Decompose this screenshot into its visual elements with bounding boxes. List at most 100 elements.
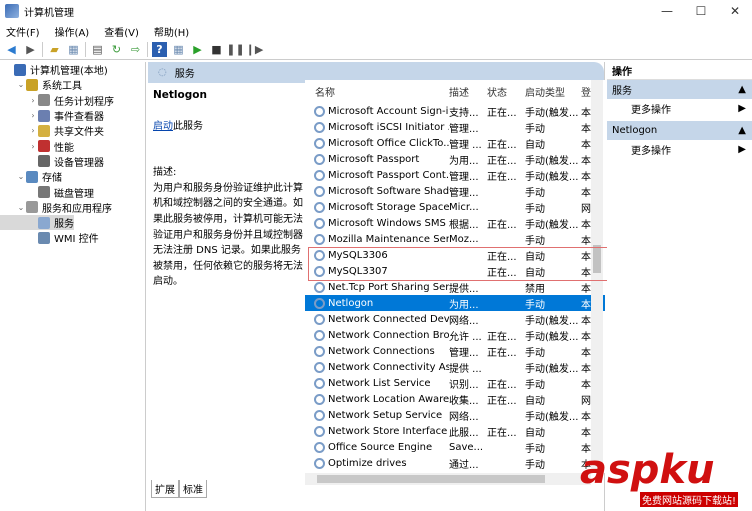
service-row[interactable]: Network Store Interface ... 此服... 正在... 自动 本 (305, 423, 605, 439)
collapse-icon[interactable]: ▲ (738, 84, 746, 95)
cell: 网 (581, 395, 591, 407)
tree-item[interactable]: 磁盘管理 (0, 184, 145, 200)
tree-item[interactable]: ⌄ 服务和应用程序 (0, 200, 145, 215)
cell: 本 (581, 219, 591, 231)
collapse-icon[interactable]: ▲ (738, 125, 746, 136)
service-row[interactable]: Network List Service 识别... 正在... 手动 本 (305, 375, 605, 391)
service-row[interactable]: Network Connections 管理... 正在... 手动 本 (305, 343, 605, 359)
cell: 正在... (487, 155, 517, 167)
refresh-icon[interactable]: ↻ (109, 42, 124, 57)
cell-text: Microsoft Passport (328, 153, 420, 165)
tree-node-icon (38, 109, 50, 122)
menu-action[interactable]: 操作(A) (55, 24, 90, 39)
tree-item[interactable]: › 事件查看器 (0, 108, 145, 123)
tree-item[interactable]: ⌄ 存储 (0, 169, 145, 184)
tree-item[interactable]: › 性能 (0, 138, 145, 154)
arrow-right-icon: ▶ (738, 144, 746, 155)
horizontal-scrollbar[interactable] (305, 473, 591, 485)
service-name-cell: Network Connections (305, 345, 449, 357)
service-row[interactable]: Mozilla Maintenance Ser... Moz... 手动 本 (305, 231, 605, 247)
resume-icon[interactable]: ❙▶ (246, 42, 264, 57)
column-description[interactable]: 描述 (449, 84, 487, 99)
tree-item[interactable]: 计算机管理(本地) (0, 62, 145, 77)
service-row[interactable]: Office Source Engine Save... 手动本 (305, 439, 605, 455)
service-row[interactable]: Network Setup Service 网络... 手动(触发... 本 (305, 407, 605, 423)
service-row[interactable]: Netlogon 为用... 手动 本 (305, 295, 605, 311)
service-row[interactable]: Microsoft Storage Space... Micr... 手动 网 (305, 199, 605, 215)
service-row[interactable]: Microsoft iSCSI Initiator ... 管理... 手动 本 (305, 119, 605, 135)
tree-item[interactable]: 服务 (0, 214, 74, 231)
scroll-thumb[interactable] (317, 475, 545, 483)
service-name: Netlogon (153, 89, 207, 101)
description-label: 描述: (153, 167, 177, 179)
show-hide-tree-icon[interactable]: ▦ (66, 42, 81, 57)
more-actions-services[interactable]: 更多操作 ▶ (607, 99, 752, 118)
help-icon[interactable]: ? (152, 42, 167, 57)
service-row[interactable]: Microsoft Passport Cont... 管理... 正在... 手动(触… (305, 167, 605, 183)
play-icon[interactable]: ▶ (190, 42, 205, 57)
service-gear-icon (314, 377, 325, 389)
tree-item[interactable]: › 共享文件夹 (0, 123, 145, 138)
cell: 自动 (525, 395, 545, 407)
cell: 为用... (449, 299, 479, 311)
tree-item[interactable]: ⌄ 系统工具 (0, 77, 145, 92)
service-row[interactable]: Network Location Aware... 收集... 正在... 自动 网 (305, 391, 605, 407)
expand-arrow-icon[interactable]: ⌄ (16, 203, 26, 212)
actions-section-services[interactable]: 服务 ▲ (607, 80, 752, 99)
console-icon[interactable]: ▦ (171, 42, 186, 57)
view-tabs: 扩展 标准 (151, 480, 207, 498)
cell: 管理... (449, 171, 479, 183)
expand-arrow-icon[interactable]: › (28, 142, 38, 151)
more-actions-netlogon[interactable]: 更多操作 ▶ (607, 140, 752, 159)
tree-item-label: 服务和应用程序 (42, 203, 112, 215)
tab-standard[interactable]: 标准 (179, 480, 207, 498)
service-row[interactable]: Network Connection Bro... 允许 ... 正在... 手动(触… (305, 327, 605, 343)
tree-node-icon (38, 124, 50, 137)
expand-arrow-icon[interactable]: › (28, 111, 38, 120)
cell-text: Mozilla Maintenance Ser... (328, 233, 449, 245)
up-folder-icon[interactable]: ▰ (47, 42, 62, 57)
export-icon[interactable]: ⇨ (128, 42, 143, 57)
cell: 手动(触发... (525, 107, 579, 119)
expand-arrow-icon[interactable]: ⌄ (16, 172, 26, 181)
service-row[interactable]: Optimize drives 通过... 手动本 (305, 455, 605, 471)
close-button[interactable]: ✕ (718, 0, 752, 22)
tree-item-label: 共享文件夹 (54, 127, 104, 139)
menu-help[interactable]: 帮助(H) (154, 24, 189, 39)
service-row[interactable]: Net.Tcp Port Sharing Ser... 提供... 禁用 本 (305, 279, 605, 295)
expand-arrow-icon[interactable]: ⌄ (16, 80, 26, 89)
tree-item-label: 事件查看器 (54, 112, 104, 124)
column-logon[interactable]: 登 (581, 84, 591, 99)
service-row[interactable]: Network Connected Devi... 网络... 手动(触发... 本 (305, 311, 605, 327)
column-status[interactable]: 状态 (487, 84, 525, 99)
start-service-link[interactable]: 启动 (153, 121, 173, 132)
maximize-button[interactable]: ☐ (684, 0, 718, 22)
tree-item[interactable]: 设备管理器 (0, 154, 145, 169)
service-row[interactable]: Microsoft Office ClickTo... 管理 ... 正在... 自动… (305, 135, 605, 151)
menu-view[interactable]: 查看(V) (104, 24, 139, 39)
tree-item[interactable]: WMI 控件 (0, 230, 145, 245)
minimize-button[interactable]: — (650, 0, 684, 22)
expand-arrow-icon[interactable]: › (28, 126, 38, 135)
actions-section-netlogon[interactable]: Netlogon ▲ (607, 121, 752, 140)
service-row[interactable]: Microsoft Windows SMS ... 根据... 正在... 手动(触发… (305, 215, 605, 231)
cell: 正在... (487, 219, 517, 231)
tab-extended[interactable]: 扩展 (151, 480, 179, 498)
service-row[interactable]: Microsoft Software Shad... 管理... 手动 本 (305, 183, 605, 199)
column-name[interactable]: 名称 (305, 84, 449, 99)
tree-item[interactable]: › 任务计划程序 (0, 93, 145, 108)
service-row[interactable]: Microsoft Account Sign-i... 支持... 正在... 手动(… (305, 103, 605, 119)
column-startup-type[interactable]: 启动类型 (525, 84, 581, 99)
menu-file[interactable]: 文件(F) (6, 24, 40, 39)
cell-text: Office Source Engine (328, 441, 433, 453)
service-row[interactable]: Microsoft Passport 为用... 正在... 手动(触发... 本 (305, 151, 605, 167)
stop-icon[interactable]: ■ (209, 42, 224, 57)
back-icon[interactable]: ◀ (4, 42, 19, 57)
forward-icon[interactable]: ▶ (23, 42, 38, 57)
expand-arrow-icon[interactable]: › (28, 96, 38, 105)
pause-icon[interactable]: ❚❚ (226, 42, 244, 57)
cell-text: Microsoft Storage Space... (328, 201, 449, 213)
properties-icon[interactable]: ▤ (90, 42, 105, 57)
cell: 本 (581, 331, 591, 343)
service-row[interactable]: Network Connectivity Ass...提供 ... 手动(触发..… (305, 359, 605, 375)
